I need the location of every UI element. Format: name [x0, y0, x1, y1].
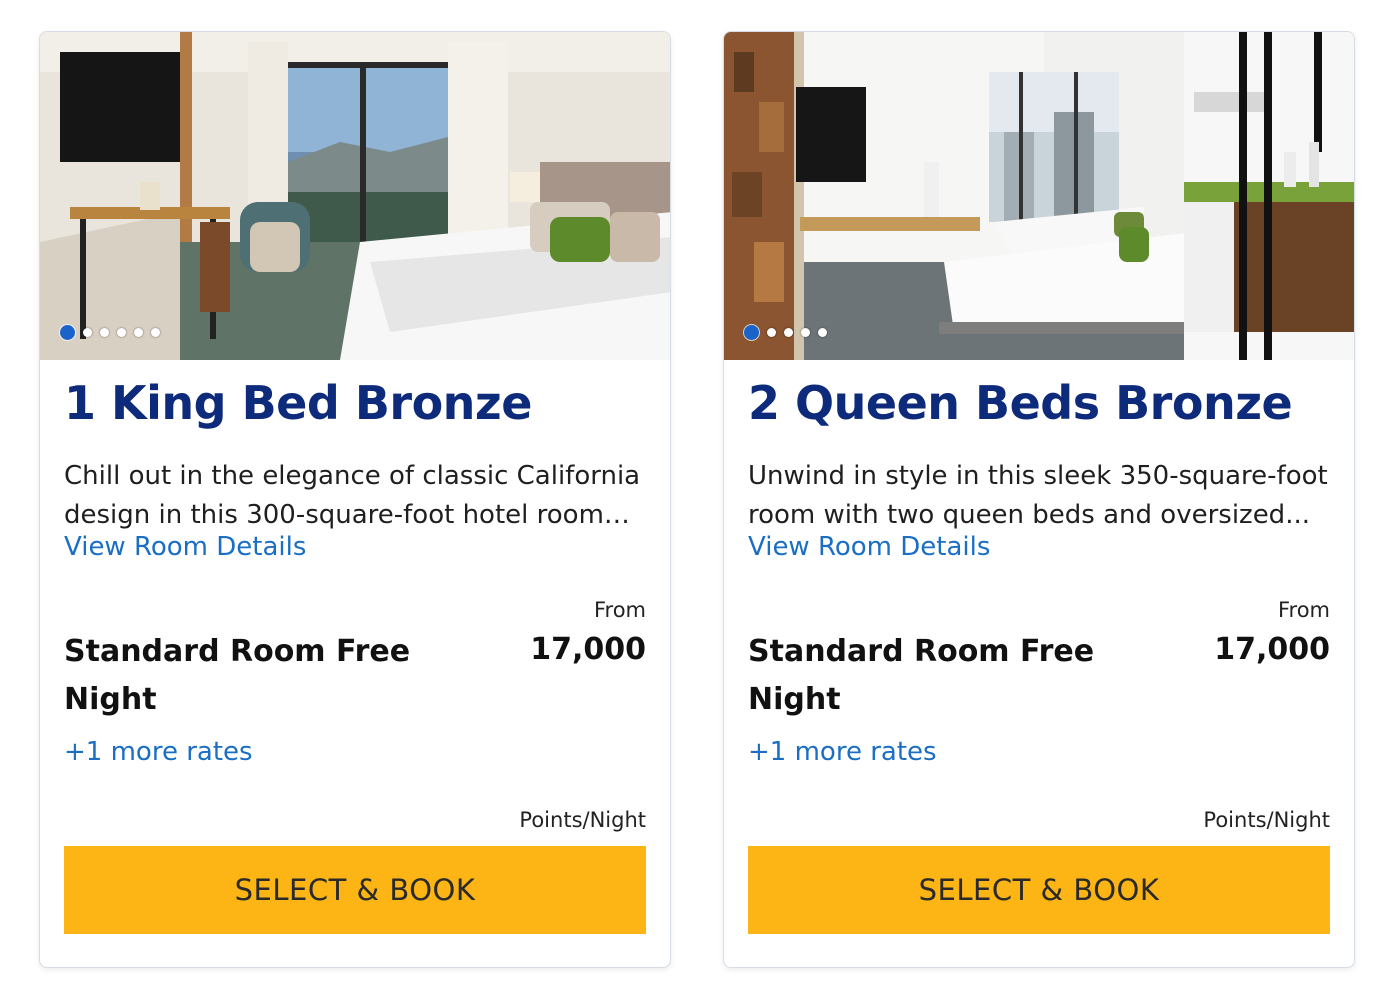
carousel-dot[interactable]	[60, 325, 75, 340]
select-and-book-button[interactable]: SELECT & BOOK	[64, 846, 646, 934]
room-card: 1 King Bed Bronze Chill out in the elega…	[39, 31, 671, 968]
carousel-dot[interactable]	[767, 328, 776, 337]
room-photo-carousel[interactable]	[724, 32, 1354, 360]
room-photo-carousel[interactable]	[40, 32, 670, 360]
room-title: 1 King Bed Bronze	[64, 376, 532, 430]
carousel-indicators	[60, 325, 160, 340]
room-description: Chill out in the elegance of classic Cal…	[64, 461, 641, 530]
points-per-night-label: Points/Night	[519, 808, 646, 832]
price-points: 17,000	[1214, 632, 1330, 667]
view-room-details-link[interactable]: View Room Details	[748, 532, 990, 562]
carousel-dot[interactable]	[151, 328, 160, 337]
select-and-book-button[interactable]: SELECT & BOOK	[748, 846, 1330, 934]
room-card-body: 1 King Bed Bronze Chill out in the elega…	[64, 360, 646, 967]
room-photo	[40, 32, 670, 360]
points-per-night-label: Points/Night	[1203, 808, 1330, 832]
view-room-details-link[interactable]: View Room Details	[64, 532, 306, 562]
rate-name: Standard Room Free Night	[64, 634, 411, 717]
price-points: 17,000	[530, 632, 646, 667]
carousel-indicators	[744, 325, 827, 340]
more-rates-link[interactable]: +1 more rates	[748, 737, 937, 767]
from-label: From	[593, 598, 646, 622]
from-label: From	[1277, 598, 1330, 622]
carousel-dot[interactable]	[100, 328, 109, 337]
more-rates-link[interactable]: +1 more rates	[64, 737, 253, 767]
room-card: 2 Queen Beds Bronze Unwind in style in t…	[723, 31, 1355, 968]
carousel-dot[interactable]	[801, 328, 810, 337]
room-card-list: 1 King Bed Bronze Chill out in the elega…	[0, 0, 1388, 990]
room-photo	[724, 32, 1354, 360]
carousel-dot[interactable]	[784, 328, 793, 337]
carousel-dot[interactable]	[134, 328, 143, 337]
carousel-dot[interactable]	[117, 328, 126, 337]
room-card-body: 2 Queen Beds Bronze Unwind in style in t…	[748, 360, 1330, 967]
carousel-dot[interactable]	[83, 328, 92, 337]
carousel-dot[interactable]	[818, 328, 827, 337]
room-title: 2 Queen Beds Bronze	[748, 376, 1293, 430]
room-description: Unwind in style in this sleek 350-square…	[748, 461, 1328, 530]
rate-name: Standard Room Free Night	[748, 634, 1095, 717]
carousel-dot[interactable]	[744, 325, 759, 340]
